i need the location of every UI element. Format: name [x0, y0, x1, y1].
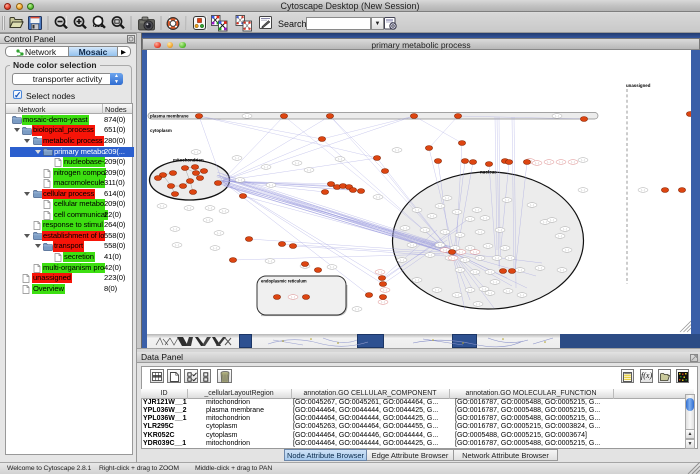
svg-text:[...]: [...] [581, 189, 585, 192]
svg-text:[...]: [...] [455, 294, 459, 297]
svg-text:[...]: [...] [463, 259, 467, 262]
svg-text:[...]: [...] [468, 218, 472, 221]
svg-text:[...]: [...] [498, 229, 502, 232]
svg-text:[...]: [...] [307, 169, 311, 172]
svg-text:[...]: [...] [160, 205, 164, 208]
svg-text:[...]: [...] [438, 205, 442, 208]
svg-text:[...]: [...] [475, 209, 479, 212]
svg-text:[...]: [...] [291, 296, 295, 299]
svg-text:[...]: [...] [538, 267, 542, 270]
svg-text:[...]: [...] [415, 279, 419, 282]
svg-text:[...]: [...] [213, 247, 217, 250]
svg-text:[...]: [...] [435, 289, 439, 292]
svg-text:[...]: [...] [443, 249, 447, 252]
svg-text:[...]: [...] [458, 234, 462, 237]
svg-text:[...]: [...] [395, 149, 399, 152]
svg-text:[...]: [...] [555, 115, 559, 118]
svg-text:[...]: [...] [476, 303, 480, 306]
svg-text:[...]: [...] [565, 249, 569, 252]
svg-text:[...]: [...] [488, 271, 492, 274]
svg-text:[...]: [...] [378, 271, 382, 274]
svg-text:[...]: [...] [410, 244, 414, 247]
svg-text:[...]: [...] [423, 229, 427, 232]
svg-text:[...]: [...] [443, 231, 447, 234]
svg-text:[...]: [...] [217, 232, 221, 235]
svg-text:[...]: [...] [175, 244, 179, 247]
svg-text:[...]: [...] [473, 271, 477, 274]
svg-text:[...]: [...] [235, 157, 239, 160]
svg-text:[...]: [...] [269, 184, 273, 187]
svg-text:[...]: [...] [295, 162, 299, 165]
svg-text:[...]: [...] [488, 292, 492, 295]
svg-text:[...]: [...] [173, 228, 177, 231]
svg-text:[...]: [...] [459, 251, 463, 254]
svg-text:[...]: [...] [571, 161, 575, 164]
svg-text:[...]: [...] [468, 247, 472, 250]
svg-text:[...]: [...] [245, 115, 249, 118]
svg-text:[...]: [...] [355, 308, 359, 311]
svg-text:[...]: [...] [535, 162, 539, 165]
svg-text:[...]: [...] [581, 159, 585, 162]
svg-text:[...]: [...] [428, 254, 432, 257]
svg-text:[...]: [...] [560, 269, 564, 272]
svg-text:[...]: [...] [238, 179, 242, 182]
svg-text:[...]: [...] [495, 257, 499, 260]
svg-text:[...]: [...] [505, 199, 509, 202]
svg-text:[...]: [...] [482, 288, 486, 291]
svg-text:[...]: [...] [206, 219, 210, 222]
svg-text:[...]: [...] [563, 228, 567, 231]
svg-text:[...]: [...] [383, 289, 387, 292]
svg-text:[...]: [...] [478, 257, 482, 260]
svg-text:[...]: [...] [478, 231, 482, 234]
svg-text:[...]: [...] [486, 245, 490, 248]
svg-text:[...]: [...] [641, 189, 645, 192]
svg-text:[...]: [...] [438, 244, 442, 247]
svg-text:[...]: [...] [547, 161, 551, 164]
svg-text:plasma membrane: plasma membrane [150, 114, 189, 119]
svg-text:[...]: [...] [338, 158, 342, 161]
svg-text:[...]: [...] [483, 217, 487, 220]
svg-text:[...]: [...] [530, 204, 534, 207]
svg-text:[...]: [...] [468, 289, 472, 292]
svg-text:[...]: [...] [381, 301, 385, 304]
svg-text:[...]: [...] [264, 166, 268, 169]
svg-text:[...]: [...] [222, 210, 226, 213]
svg-text:[...]: [...] [451, 257, 455, 260]
svg-text:[...]: [...] [445, 197, 449, 200]
svg-text:[...]: [...] [415, 209, 419, 212]
svg-text:cytoplasm: cytoplasm [150, 128, 172, 133]
svg-text:[...]: [...] [503, 247, 507, 250]
svg-text:[...]: [...] [458, 269, 462, 272]
svg-text:[...]: [...] [506, 290, 510, 293]
svg-text:[...]: [...] [559, 161, 563, 164]
svg-text:[...]: [...] [330, 266, 334, 269]
svg-text:mitochondrion: mitochondrion [173, 158, 204, 163]
svg-text:unassigned: unassigned [626, 83, 651, 88]
svg-text:endoplasmic reticulum: endoplasmic reticulum [261, 279, 307, 284]
svg-text:[...]: [...] [455, 211, 459, 214]
svg-text:[...]: [...] [400, 259, 404, 262]
svg-text:[...]: [...] [508, 257, 512, 260]
svg-text:[...]: [...] [194, 151, 198, 154]
svg-text:[...]: [...] [518, 269, 522, 272]
svg-text:[...]: [...] [543, 221, 547, 224]
svg-text:[...]: [...] [208, 207, 212, 210]
svg-text:[...]: [...] [520, 294, 524, 297]
svg-text:nucleus: nucleus [480, 170, 497, 175]
svg-text:[...]: [...] [558, 235, 562, 238]
svg-text:[...]: [...] [430, 215, 434, 218]
svg-text:[...]: [...] [376, 196, 380, 199]
svg-text:[...]: [...] [403, 227, 407, 230]
svg-text:[...]: [...] [550, 219, 554, 222]
svg-text:[...]: [...] [268, 260, 272, 263]
svg-text:[...]: [...] [187, 207, 191, 210]
svg-text:[...]: [...] [493, 281, 497, 284]
svg-text:[...]: [...] [473, 251, 477, 254]
